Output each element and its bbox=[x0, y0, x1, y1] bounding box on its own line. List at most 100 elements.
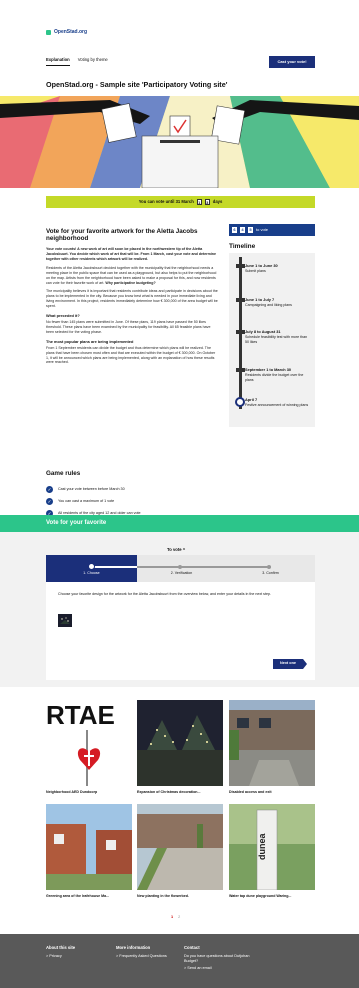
footer-about: About this site > Privacy bbox=[46, 945, 75, 961]
timeline-item: September 1 to March 30 Residents divide… bbox=[229, 357, 315, 385]
timeline-text: Schedule feasibility test with more than… bbox=[245, 335, 308, 344]
plan-card[interactable]: Disabled access and exit bbox=[229, 700, 315, 795]
step-label: 3. Confirm bbox=[262, 571, 279, 575]
rule-item: ✓ Cast your vote between before March 30 bbox=[46, 484, 315, 496]
main-nav: Explanation Voting by theme bbox=[46, 57, 108, 66]
plan-title: New planting in the flowerbed. bbox=[137, 894, 189, 899]
nav-voting-by-theme[interactable]: Voting by theme bbox=[78, 57, 108, 66]
timeline-date: June 1 to June 30 bbox=[245, 263, 278, 268]
intro-section: Vote for your favorite artwork for the A… bbox=[46, 228, 218, 369]
step-instruction: Choose your favorite design for the artw… bbox=[58, 592, 271, 596]
hero-illustration bbox=[0, 96, 359, 188]
footer-more-info: More information > Frequently Asked Ques… bbox=[116, 945, 174, 961]
check-icon: ✓ bbox=[46, 498, 53, 505]
step-indicator: 1. Choose 2. Verification 3. Confirm bbox=[46, 555, 315, 582]
footer-link-privacy[interactable]: > Privacy bbox=[46, 954, 75, 959]
site-header bbox=[0, 0, 359, 52]
timeline-text: Campaigning and liking plans bbox=[245, 303, 292, 307]
vote-counter: 6 4 5 to vote bbox=[229, 224, 315, 236]
step-verification: 2. Verification bbox=[137, 555, 226, 582]
plan-image: RTAE bbox=[46, 700, 132, 786]
timeline-date: April 7 bbox=[245, 397, 258, 402]
step-track bbox=[92, 566, 137, 568]
plan-image bbox=[137, 700, 223, 786]
rule-text: You can cast a maximum of 1 vote bbox=[58, 499, 115, 503]
plan-card[interactable]: RTAE Neighborhood AED Dundoorp bbox=[46, 700, 132, 795]
footer-link-email[interactable]: > Send an email bbox=[184, 966, 260, 971]
timeline-marker bbox=[236, 264, 245, 268]
plan-image: dunea bbox=[229, 804, 315, 891]
cast-vote-button[interactable]: Cast your vote! bbox=[269, 56, 315, 68]
vote-count-digit: 6 bbox=[232, 227, 237, 233]
footer-contact: Contact Do you have questions about Dutj… bbox=[184, 945, 260, 973]
timeline-marker bbox=[236, 298, 245, 302]
plan-image bbox=[229, 700, 315, 786]
countdown-digit: 3 bbox=[204, 199, 210, 205]
timeline-date: July 8 to August 31 bbox=[245, 329, 281, 334]
footer-heading: Contact bbox=[184, 945, 200, 950]
site-footer: About this site > Privacy More informati… bbox=[0, 934, 359, 988]
page-1[interactable]: 1 bbox=[171, 915, 173, 920]
countdown-text: You can vote until 31 March bbox=[138, 199, 194, 205]
plan-card[interactable]: Greening area of the Irafehouse Ma... bbox=[46, 804, 132, 899]
step-marker bbox=[267, 565, 271, 569]
footer-link-faq[interactable]: > Frequently Asked Questions bbox=[116, 954, 174, 959]
plan-title: Water tap dune playground Waring... bbox=[229, 894, 292, 899]
rule-text: Cast your vote between before March 30 bbox=[58, 487, 125, 491]
step-label: 2. Verification bbox=[170, 571, 193, 575]
plan-card[interactable]: New planting in the flowerbed. bbox=[137, 804, 223, 899]
logo-icon bbox=[46, 29, 51, 35]
timeline-marker bbox=[236, 330, 245, 334]
timeline-item: July 8 to August 31 Schedule feasibility… bbox=[229, 319, 315, 347]
plan-card[interactable]: Expansion of Christmas decoration... bbox=[137, 700, 223, 795]
plan-title: Disabled access and exit bbox=[229, 790, 272, 795]
plan-image-post-text: dunea bbox=[257, 833, 267, 860]
timeline-marker bbox=[236, 368, 245, 372]
step-track bbox=[226, 566, 271, 568]
why-participative-link[interactable]: Why participative budgeting? bbox=[105, 281, 155, 285]
rule-item: ✓ You can cast a maximum of 1 vote bbox=[46, 496, 315, 508]
step-choose: 1. Choose bbox=[46, 555, 137, 582]
footer-link-label: Frequently Asked Questions bbox=[119, 953, 167, 958]
vote-section-bar: Vote for your favorite bbox=[0, 515, 359, 532]
footer-link-label: Privacy bbox=[49, 953, 62, 958]
game-rules-title: Game rules bbox=[46, 470, 81, 477]
step-confirm: 3. Confirm bbox=[226, 555, 315, 582]
vote-count-digit: 5 bbox=[248, 227, 253, 233]
step-marker bbox=[178, 565, 182, 569]
check-icon: ✓ bbox=[46, 486, 53, 493]
footer-heading: More information bbox=[116, 945, 151, 950]
selected-plan-thumbnail[interactable] bbox=[58, 614, 72, 627]
intro-lead: Your vote counts! A new work of art will… bbox=[46, 247, 217, 262]
section-heading: What preceded it? bbox=[46, 312, 80, 318]
timeline-item: June 1 to June 30 Submit plans bbox=[229, 253, 315, 281]
to-vote-label: To vote bbox=[167, 547, 182, 552]
logo-text: OpenStad.org bbox=[54, 29, 88, 35]
vote-countdown-banner: You can vote until 31 March 1 3 days bbox=[46, 196, 315, 208]
intro-paragraph: From 1 September residents can divide th… bbox=[46, 345, 216, 365]
nav-explanation[interactable]: Explanation bbox=[46, 57, 70, 66]
step-marker bbox=[88, 563, 95, 570]
pagination: 1 2 bbox=[171, 915, 180, 920]
vote-steps-card: 1. Choose 2. Verification 3. Confirm Cho… bbox=[46, 555, 315, 680]
intro-paragraph: The municipality believes it is importan… bbox=[46, 289, 218, 308]
plan-card[interactable]: dunea Water tap dune playground Waring..… bbox=[229, 804, 315, 899]
page-2[interactable]: 2 bbox=[178, 915, 180, 920]
countdown-unit: days bbox=[212, 199, 223, 205]
intro-heading: Vote for your favorite artwork for the A… bbox=[46, 228, 198, 243]
vote-count-label: to vote bbox=[256, 227, 269, 233]
plan-title: Neighborhood AED Dundoorp bbox=[46, 790, 98, 795]
footer-heading: About this site bbox=[46, 945, 76, 950]
intro-paragraph: No fewer than 145 plans were submitted i… bbox=[46, 320, 211, 334]
plan-image bbox=[46, 804, 132, 890]
site-logo[interactable]: OpenStad.org bbox=[46, 29, 87, 36]
to-vote-toggle[interactable]: To vote ^ bbox=[167, 547, 185, 553]
timeline-item: April 7 Festive announcement of winning … bbox=[229, 393, 315, 421]
footer-link-label: Send an email bbox=[187, 965, 212, 970]
plan-image-sign-text: RTAE bbox=[46, 700, 115, 730]
timeline-title: Timeline bbox=[229, 243, 256, 250]
next-step-button[interactable]: Next one bbox=[273, 659, 307, 669]
section-heading: The most popular plans are being impleme… bbox=[46, 338, 134, 344]
plan-title: Greening area of the Irafehouse Ma... bbox=[46, 894, 110, 899]
page-title: OpenStad.org - Sample site 'Participator… bbox=[46, 80, 228, 89]
